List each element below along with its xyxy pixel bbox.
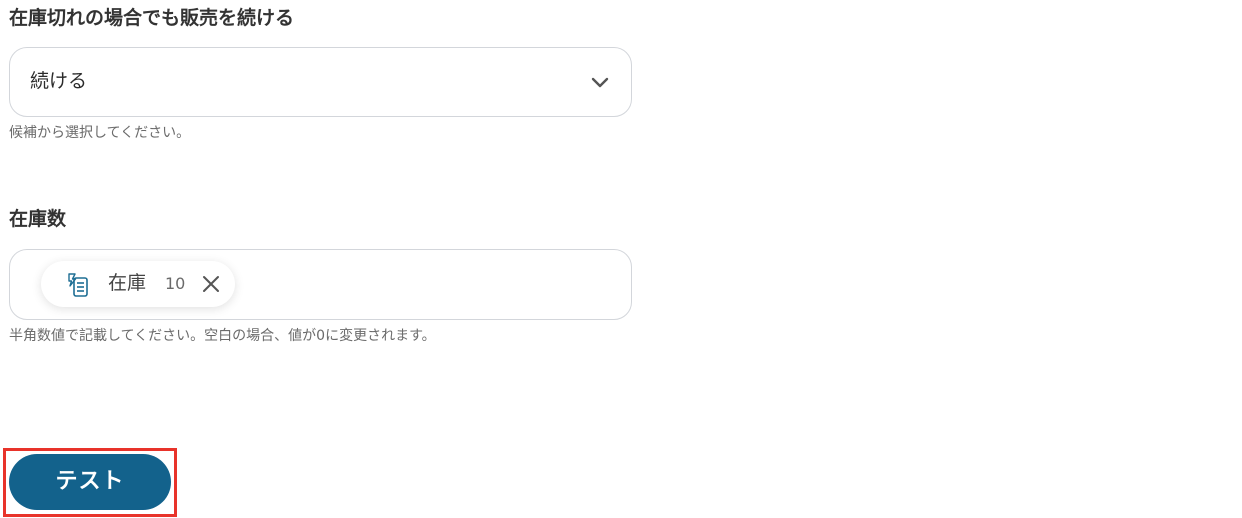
- select-help-text: 候補から選択してください。: [9, 125, 191, 141]
- stock-quantity-input[interactable]: 在庫 10: [9, 249, 632, 320]
- close-icon[interactable]: [201, 274, 221, 294]
- stock-quantity-label: 在庫数: [9, 208, 67, 230]
- chip-value: 10: [165, 274, 186, 293]
- test-button[interactable]: テスト: [9, 454, 171, 510]
- sell-when-out-of-stock-label: 在庫切れの場合でも販売を続ける: [9, 7, 295, 29]
- select-value: 続ける: [30, 70, 88, 92]
- data-source-icon: [68, 273, 88, 297]
- stock-quantity-help-text: 半角数値で記載してください。空白の場合、値が0に変更されます。: [9, 328, 436, 344]
- variable-chip[interactable]: 在庫 10: [41, 261, 235, 307]
- chevron-down-icon: [591, 77, 609, 88]
- sell-when-out-of-stock-select[interactable]: 続ける: [9, 47, 632, 117]
- chip-label: 在庫: [108, 272, 147, 294]
